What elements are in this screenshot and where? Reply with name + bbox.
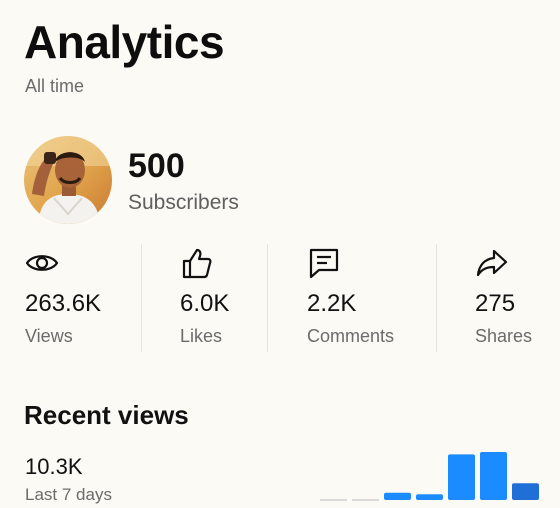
eye-icon: [25, 255, 59, 271]
page-title: Analytics: [24, 16, 225, 68]
divider: [436, 244, 437, 352]
divider: [267, 244, 268, 352]
chart-bar: [352, 499, 379, 501]
divider: [141, 244, 142, 352]
page-subtitle: All time: [25, 76, 85, 96]
stat-value: 275: [475, 290, 516, 317]
thumbs-up-icon: [182, 248, 212, 279]
chart-bar: [448, 454, 475, 500]
chart-bar: [320, 499, 347, 501]
subscriber-label: Subscribers: [128, 191, 239, 214]
chart-bar: [384, 492, 411, 500]
stats-row: 263.6K Views 6.0K Likes 2.2K Comments 27…: [0, 238, 560, 356]
chart-bar: [416, 494, 443, 500]
stat-value: 263.6K: [25, 290, 102, 317]
recent-views-chart[interactable]: [318, 440, 540, 508]
stat-value: 2.2K: [307, 290, 357, 317]
avatar[interactable]: [24, 136, 112, 224]
recent-views-period: Last 7 days: [25, 485, 112, 504]
recent-views-value: 10.3K: [25, 454, 83, 479]
avatar-image: [24, 136, 112, 224]
stat-value: 6.0K: [180, 290, 230, 317]
chart-bar: [480, 452, 507, 500]
subscriber-count: 500: [128, 147, 185, 185]
stat-label: Shares: [475, 326, 533, 346]
share-icon: [476, 249, 508, 277]
stat-label: Likes: [180, 326, 223, 346]
stat-label: Comments: [307, 326, 395, 346]
chart-bar: [512, 483, 539, 500]
comment-icon: [309, 248, 339, 279]
stat-label: Views: [25, 326, 73, 346]
recent-views-title: Recent views: [24, 400, 189, 430]
